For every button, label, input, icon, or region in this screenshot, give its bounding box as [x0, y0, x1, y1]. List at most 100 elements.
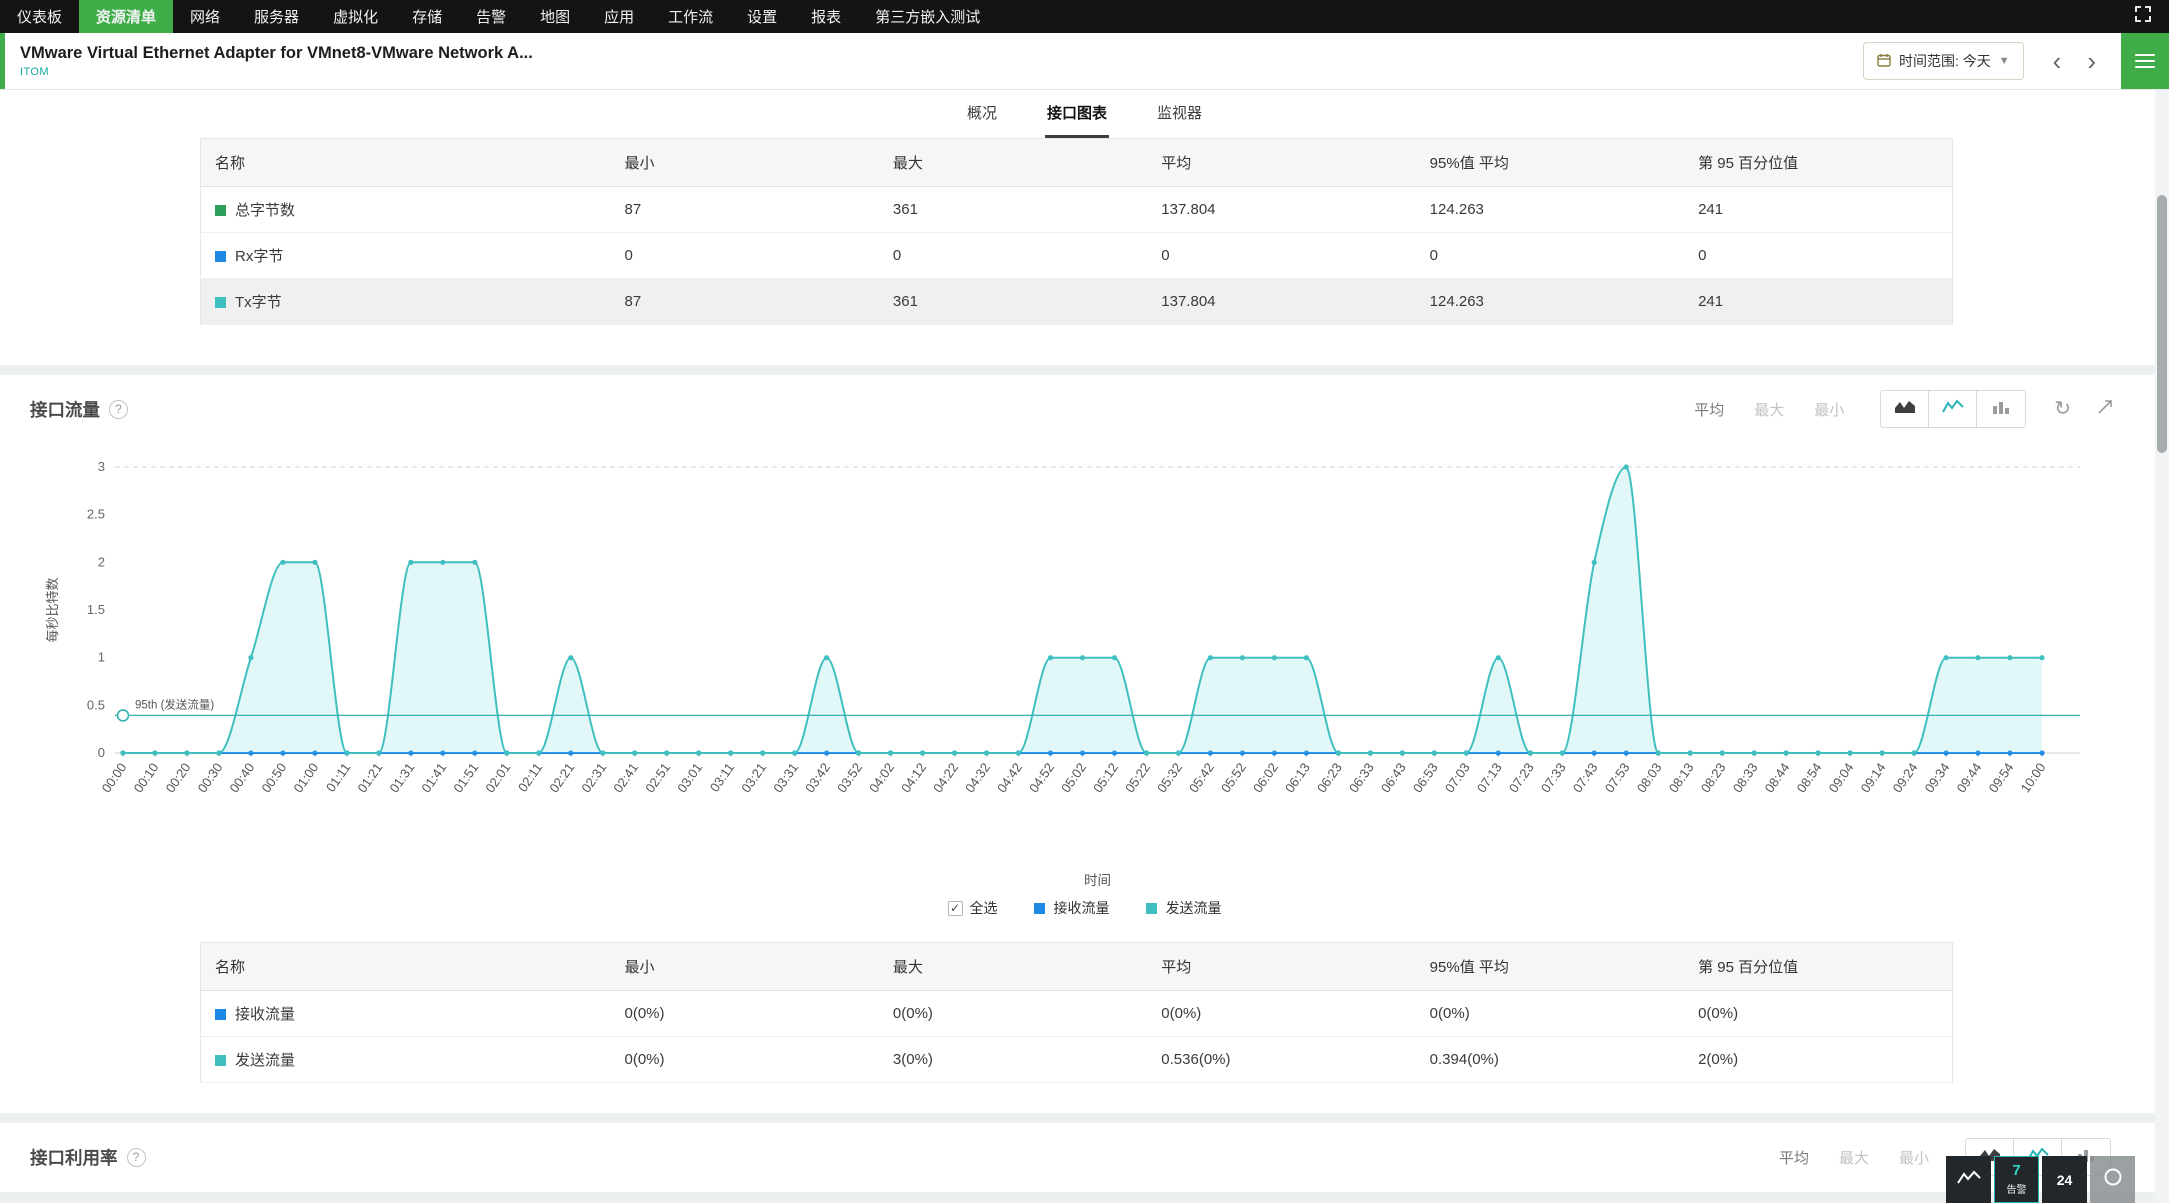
svg-text:06:33: 06:33	[1346, 760, 1377, 795]
svg-text:05:42: 05:42	[1186, 760, 1217, 795]
column-header: 平均	[1147, 138, 1416, 187]
hours24-widget[interactable]: 24	[2042, 1156, 2087, 1203]
nav-item-5[interactable]: 存储	[395, 0, 459, 33]
column-header: 最小	[610, 942, 879, 991]
legend-select-all[interactable]: ✓ 全选	[947, 898, 998, 918]
chat-bubble-icon	[2103, 1167, 2123, 1192]
tab-1[interactable]: 接口图表	[1044, 102, 1109, 138]
svg-text:2: 2	[98, 554, 105, 569]
line-chart-button[interactable]	[1929, 391, 1978, 427]
agg-option[interactable]: 最小	[1899, 1147, 1929, 1168]
table-row[interactable]: Tx字节 87 361 137.804 124.263 241	[200, 278, 1953, 325]
tab-0[interactable]: 概况	[965, 102, 999, 138]
bar-chart-button[interactable]	[1977, 391, 2026, 427]
chat-widget[interactable]	[2090, 1156, 2135, 1203]
legend-item[interactable]: 接收流量	[1033, 898, 1110, 918]
svg-text:1: 1	[98, 650, 105, 665]
agg-option[interactable]: 最大	[1754, 399, 1784, 420]
area-chart-button[interactable]	[1881, 391, 1930, 427]
nav-item-9[interactable]: 工作流	[651, 0, 730, 33]
svg-text:07:43: 07:43	[1570, 760, 1601, 795]
table-row[interactable]: 总字节数 87 361 137.804 124.263 241	[200, 186, 1953, 233]
svg-text:09:44: 09:44	[1954, 760, 1985, 795]
svg-text:01:21: 01:21	[354, 760, 385, 795]
tab-bar: 概况 接口图表 监视器	[0, 90, 2169, 138]
traffic-chart[interactable]: 0 0.5 1 1.5 2 2.5 3 00:00 00:10 00:20 00:30 00:40 00…	[40, 453, 2129, 896]
svg-text:01:00: 01:00	[290, 760, 321, 795]
svg-text:02:51: 02:51	[642, 760, 673, 795]
calendar-icon	[1877, 53, 1891, 70]
export-icon[interactable]	[2097, 399, 2113, 419]
nav-item-0[interactable]: 仪表板	[0, 0, 79, 33]
svg-text:01:31: 01:31	[386, 760, 417, 795]
row-name-cell: Rx字节	[200, 232, 611, 279]
prev-period-button[interactable]: ‹	[2040, 48, 2075, 74]
svg-text:01:41: 01:41	[418, 760, 449, 795]
agg-option[interactable]: 最小	[1814, 399, 1844, 420]
table-header-row: 名称 最小 最大 平均 95%值 平均第 95 百分位值	[200, 942, 1953, 991]
table-row[interactable]: 接收流量 0(0%) 0(0%) 0(0%) 0(0%) 0(0%)	[200, 990, 1953, 1037]
svg-text:04:52: 04:52	[1026, 760, 1057, 795]
column-header: 平均	[1147, 942, 1416, 991]
chart-tool-widget[interactable]	[1946, 1156, 1991, 1203]
nav-item-1[interactable]: 资源清单	[79, 0, 174, 33]
svg-text:1.5: 1.5	[87, 602, 105, 617]
refresh-icon[interactable]: ↻	[2054, 399, 2071, 419]
nav-item-4[interactable]: 虚拟化	[316, 0, 395, 33]
scrollbar-thumb[interactable]	[2157, 195, 2167, 453]
traffic-card: 接口流量 ? 平均 最大 最小 ↻ 0 0.5 1 1.5 2 2.5 3 00:00 00:10 0…	[0, 375, 2169, 1113]
nav-item-12[interactable]: 第三方嵌入测试	[858, 0, 997, 33]
svg-text:08:44: 08:44	[1762, 760, 1793, 795]
tab-2[interactable]: 监视器	[1155, 102, 1204, 138]
help-icon[interactable]: ?	[109, 399, 128, 419]
nav-item-7[interactable]: 地图	[523, 0, 587, 33]
svg-text:3: 3	[98, 459, 105, 474]
alert-label: 告警	[2006, 1185, 2027, 1196]
column-header: 95%值 平均	[1415, 942, 1685, 991]
svg-text:02:21: 02:21	[546, 760, 577, 795]
value-cell: 0(0%)	[610, 990, 879, 1037]
svg-text:08:23: 08:23	[1698, 760, 1729, 795]
nav-item-3[interactable]: 服务器	[237, 0, 316, 33]
time-range-selector[interactable]: 时间范围: 今天 ▼	[1862, 42, 2024, 80]
svg-text:07:23: 07:23	[1506, 760, 1537, 795]
next-period-button[interactable]: ›	[2074, 48, 2109, 74]
svg-text:00:30: 00:30	[195, 760, 226, 795]
page: 仪表板 资源清单 网络 服务器 虚拟化 存储 告警 地图 应用 工作流 设置 报表 第三方嵌入测试 VM…	[0, 0, 2169, 1203]
nav-item-8[interactable]: 应用	[587, 0, 651, 33]
table-row[interactable]: Rx字节 0 0 0 0 0	[200, 232, 1953, 279]
utilization-card: 接口利用率 ? 平均 最大 最小	[0, 1123, 2169, 1192]
fullscreen-button[interactable]	[2117, 0, 2169, 33]
svg-text:06:53: 06:53	[1410, 760, 1441, 795]
agg-option[interactable]: 最大	[1839, 1147, 1869, 1168]
hamburger-menu-button[interactable]	[2121, 33, 2169, 89]
svg-text:05:52: 05:52	[1218, 760, 1249, 795]
svg-text:00:40: 00:40	[226, 760, 257, 795]
agg-option[interactable]: 平均	[1694, 399, 1724, 420]
nav-item-11[interactable]: 报表	[794, 0, 858, 33]
vertical-scrollbar[interactable]	[2155, 90, 2169, 1203]
bytes-summary-table: 名称 最小 最大 平均 95%值 平均第 95 百分位值 总字节数 87 361 137.804…	[200, 138, 1953, 325]
svg-text:05:02: 05:02	[1058, 760, 1089, 795]
value-cell: 361	[878, 186, 1148, 233]
svg-text:05:32: 05:32	[1154, 760, 1185, 795]
area-chart-icon	[1894, 399, 1916, 419]
alert-widget[interactable]: 7 告警	[1994, 1156, 2039, 1203]
value-cell: 0(0%)	[1147, 990, 1416, 1037]
svg-text:03:31: 03:31	[770, 760, 801, 795]
svg-text:02:01: 02:01	[482, 760, 513, 795]
legend-item[interactable]: 发送流量	[1145, 898, 1222, 918]
nav-item-6[interactable]: 告警	[459, 0, 523, 33]
nav-item-10[interactable]: 设置	[730, 0, 794, 33]
svg-text:07:53: 07:53	[1602, 760, 1633, 795]
nav-item-2[interactable]: 网络	[173, 0, 237, 33]
traffic-chart-svg[interactable]: 0 0.5 1 1.5 2 2.5 3 00:00 00:10 00:20 00:30 00:40 00…	[40, 453, 2120, 891]
help-icon[interactable]: ?	[126, 1147, 146, 1167]
agg-option[interactable]: 平均	[1779, 1147, 1809, 1168]
table-row[interactable]: 发送流量 0(0%) 3(0%) 0.536(0%) 0.394(0%) 2(0%)	[200, 1036, 1953, 1083]
svg-text:03:11: 03:11	[707, 760, 737, 794]
series-color-swatch	[215, 251, 226, 262]
select-all-checkbox[interactable]: ✓	[947, 900, 963, 916]
svg-text:03:42: 03:42	[802, 760, 833, 795]
svg-text:08:13: 08:13	[1666, 760, 1697, 795]
